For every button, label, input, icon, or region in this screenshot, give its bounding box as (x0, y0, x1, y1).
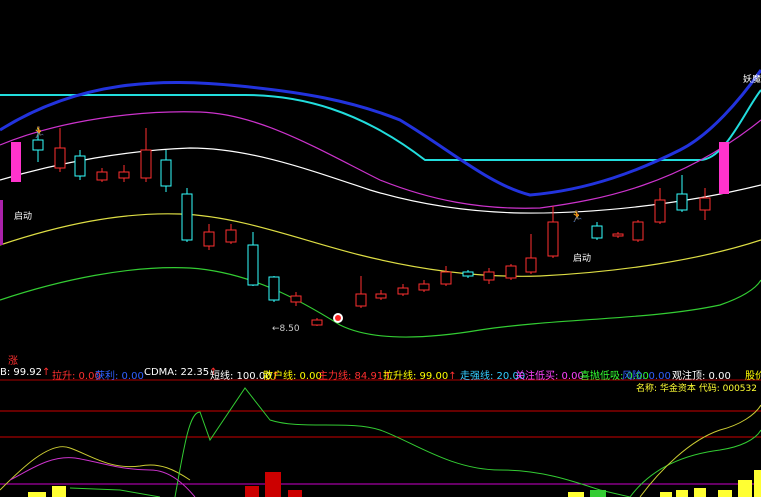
indicator-value: B: 99.92↑ (0, 367, 51, 378)
indicator-value: CDMA: 22.35↑ (144, 367, 218, 378)
candle-body (676, 193, 688, 211)
candle-body (418, 283, 430, 291)
candle-body (525, 257, 537, 273)
candle-body (632, 221, 644, 241)
blue-band-line (0, 69, 761, 197)
stock-info: 名称: 华金资本 代码: 000532 (635, 384, 757, 394)
candle-body (96, 171, 108, 181)
candle-body (225, 229, 237, 243)
candle-body (118, 171, 130, 179)
indicator-value: 获利: 0.00 (95, 371, 144, 380)
runner-icon: 🏃 (32, 126, 46, 139)
price-chart[interactable]: 🏃 🏃 启动 启动 妖魔 ←8.50 涨 (0, 0, 761, 497)
zhang-label: 涨 (8, 355, 18, 367)
stock-chart-window: 🏃 🏃 启动 启动 妖魔 ←8.50 涨 B: 99.92↑ 拉升: 0.00 … (0, 0, 761, 497)
candle-body (160, 159, 172, 187)
candle-body (181, 193, 193, 241)
purple-edge-bar (0, 200, 3, 245)
candle-body (290, 295, 302, 303)
candlestick-series (32, 128, 711, 326)
signal-bar-left (11, 142, 21, 182)
indicator-value: 关注低买: 0.00 (515, 371, 584, 380)
indicator-value: 拉升: 0.00 (52, 371, 101, 380)
candle-body (505, 265, 517, 279)
indicator-green-dip (69, 487, 161, 497)
cyan-band-line (0, 89, 761, 161)
candle-body (440, 271, 452, 285)
indicator-value: 风险: 0.00 (622, 371, 671, 380)
green-ma-line (0, 267, 761, 338)
indicator-value: 主力线: 84.91↑ (318, 371, 392, 380)
demon-label: 妖魔 (743, 73, 761, 85)
candle-body (140, 149, 152, 179)
up-arrow-icon: ↑ (42, 367, 51, 378)
candle-body (483, 271, 495, 281)
candle-body (74, 155, 86, 177)
candle-body (54, 147, 66, 169)
indicator-value: 观注顶: 0.00 (672, 371, 731, 380)
candle-body (699, 197, 711, 211)
indicator-magenta-line (9, 457, 196, 497)
candle-body (462, 271, 474, 277)
candle-body (397, 287, 409, 295)
low-price-label: ←8.50 (272, 324, 300, 334)
indicator-panel (0, 387, 761, 497)
buy-signal-icon-core (335, 315, 341, 321)
indicator-value: 股价 (745, 371, 761, 380)
candle-body (32, 139, 44, 151)
signal-bar-right (719, 142, 729, 194)
candle-body (203, 231, 215, 247)
candle-body (547, 221, 559, 257)
candle-body (311, 319, 323, 326)
indicator-value-bar: B: 99.92↑ 拉升: 0.00 获利: 0.00 CDMA: 22.35↑ 短线:… (0, 367, 761, 380)
up-arrow-icon: ↑ (448, 371, 457, 380)
candle-body (654, 199, 666, 223)
start-label-left: 启动 (14, 210, 32, 222)
indicator-value: 拉升线: 99.00↑ (383, 371, 457, 380)
indicator-green-line (174, 387, 761, 497)
candle-body (591, 225, 603, 239)
runner-icon: 🏃 (570, 210, 584, 223)
candle-body (375, 293, 387, 299)
candle-body (355, 293, 367, 307)
candle-body (247, 244, 259, 286)
candle-body (612, 233, 624, 237)
candle-body (268, 276, 280, 301)
yellow-ma-line (0, 213, 761, 277)
start-label-right: 启动 (573, 252, 591, 264)
indicator-value: 散户线: 0.00 (263, 371, 322, 380)
